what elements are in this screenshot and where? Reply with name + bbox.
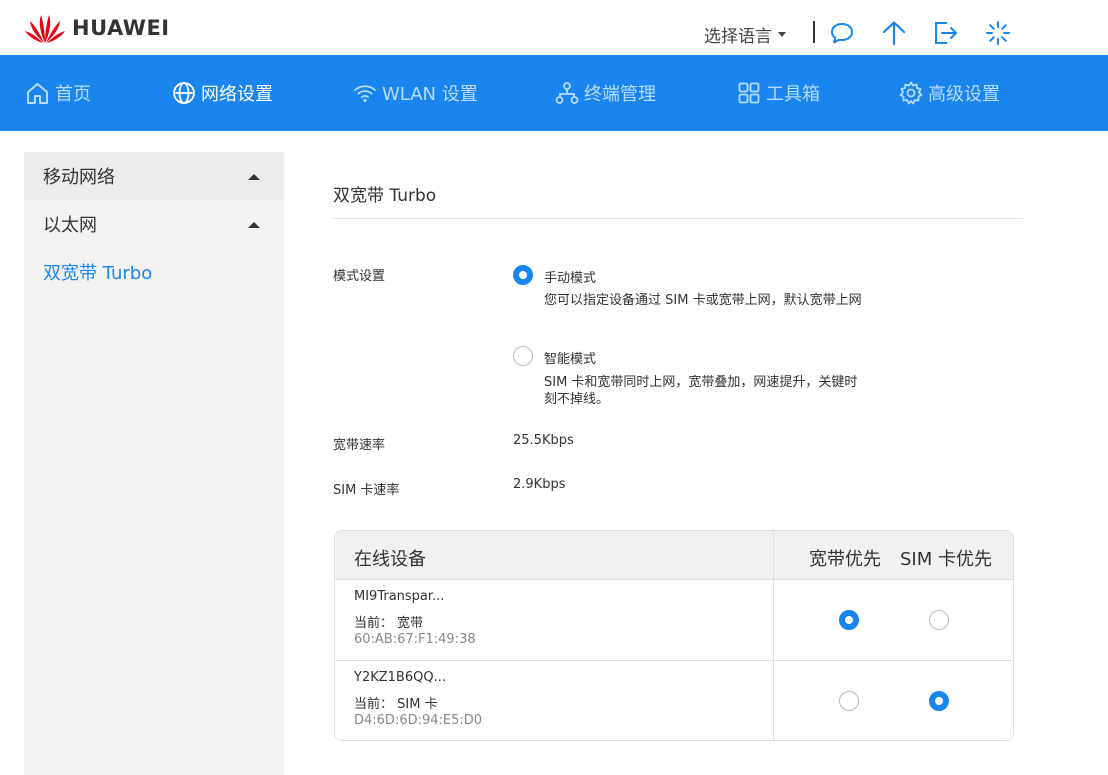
nav-home-label: 首页: [55, 84, 91, 105]
device-mac: D4:6D:6D:94:E5:D0: [354, 713, 483, 728]
sim-first-radio[interactable]: [929, 610, 949, 630]
arrow-up-icon[interactable]: [881, 20, 907, 46]
sidebar-item-ethernet[interactable]: 以太网: [24, 200, 284, 248]
nav-advanced-settings-label: 高级设置: [928, 84, 1000, 105]
sidebar-item-dual-broadband-turbo[interactable]: 双宽带 Turbo: [24, 248, 284, 296]
logout-icon[interactable]: [933, 20, 959, 46]
huawei-logo: HUAWEI: [24, 12, 170, 44]
nav-toolbox[interactable]: 工具箱: [737, 55, 820, 131]
sim-first-radio[interactable]: [929, 691, 949, 711]
online-devices-table: 在线设备 宽带优先 SIM 卡优先 MI9Transpar... 当前： 宽带 …: [334, 530, 1014, 741]
manual-mode-radio[interactable]: [513, 265, 533, 285]
page-title: 双宽带 Turbo: [333, 186, 437, 206]
broadband-first-radio[interactable]: [839, 691, 859, 711]
nav-wlan-settings-label: WLAN 设置: [382, 84, 478, 105]
sidebar-item-label: 双宽带 Turbo: [43, 263, 153, 284]
broadband-rate-label: 宽带速率: [333, 438, 386, 453]
broadband-first-radio[interactable]: [839, 610, 859, 630]
globe-icon: [173, 82, 195, 104]
table-header: 在线设备 宽带优先 SIM 卡优先: [335, 531, 1013, 580]
brand-name: HUAWEI: [72, 16, 170, 40]
top-bar: HUAWEI 选择语言: [0, 0, 1108, 55]
table-row: Y2KZ1B6QQ... 当前： SIM 卡 D4:6D:6D:94:E5:D0: [335, 660, 1013, 740]
gear-icon: [899, 81, 923, 105]
broadband-first-header: 宽带优先: [809, 549, 881, 570]
collapse-icon: [248, 222, 260, 228]
smart-mode-description: SIM 卡和宽带同时上网，宽带叠加，网速提升，关键时刻不掉线。: [544, 375, 858, 407]
online-devices-header: 在线设备: [354, 549, 426, 570]
sidebar-item-label: 移动网络: [43, 167, 115, 188]
device-current-link: 当前： 宽带: [354, 616, 424, 631]
table-row: MI9Transpar... 当前： 宽带 60:AB:67:F1:49:38: [335, 580, 1013, 661]
message-icon[interactable]: [829, 20, 855, 46]
sim-rate-label: SIM 卡速率: [333, 483, 400, 498]
sim-first-header: SIM 卡优先: [900, 549, 992, 570]
smart-mode-title: 智能模式: [544, 352, 597, 367]
mode-setting-label: 模式设置: [333, 269, 386, 284]
nav-home[interactable]: 首页: [25, 55, 91, 131]
divider: [813, 21, 815, 43]
smart-mode-radio[interactable]: [513, 346, 533, 366]
device-current-link: 当前： SIM 卡: [354, 697, 438, 712]
device-name: MI9Transpar...: [354, 589, 445, 604]
nav-advanced-settings[interactable]: 高级设置: [899, 55, 1000, 131]
sim-rate-value: 2.9Kbps: [513, 477, 566, 492]
nav-device-management[interactable]: 终端管理: [555, 55, 656, 131]
nav-network-settings[interactable]: 网络设置: [172, 55, 273, 131]
column-divider: [773, 531, 774, 740]
nav-toolbox-label: 工具箱: [766, 84, 820, 105]
sidebar-item-mobile-network[interactable]: 移动网络: [24, 152, 284, 200]
broadband-rate-value: 25.5Kbps: [513, 433, 574, 448]
home-icon: [27, 82, 48, 104]
devices-icon: [555, 82, 579, 104]
language-select[interactable]: 选择语言: [704, 22, 786, 47]
nav-device-management-label: 终端管理: [584, 84, 656, 105]
device-name: Y2KZ1B6QQ...: [354, 670, 446, 685]
nav-network-settings-label: 网络设置: [201, 84, 273, 105]
main-nav: 首页 网络设置 WLAN 设置 终端管理 工具箱 高级设置: [0, 55, 1108, 131]
collapse-icon: [248, 174, 260, 180]
nav-wlan-settings[interactable]: WLAN 设置: [353, 55, 478, 131]
manual-mode-description: 您可以指定设备通过 SIM 卡或宽带上网，默认宽带上网: [544, 293, 862, 308]
sidebar-item-label: 以太网: [43, 215, 97, 236]
wifi-icon: [354, 85, 376, 103]
device-mac: 60:AB:67:F1:49:38: [354, 632, 476, 647]
caret-down-icon: [778, 32, 786, 37]
sidebar: 移动网络 以太网 双宽带 Turbo: [24, 152, 284, 775]
language-label: 选择语言: [704, 27, 772, 47]
manual-mode-title: 手动模式: [544, 271, 597, 286]
divider: [333, 218, 1023, 219]
loading-icon: [986, 21, 1010, 45]
huawei-flower-icon: [25, 15, 65, 43]
grid-icon: [738, 82, 760, 104]
